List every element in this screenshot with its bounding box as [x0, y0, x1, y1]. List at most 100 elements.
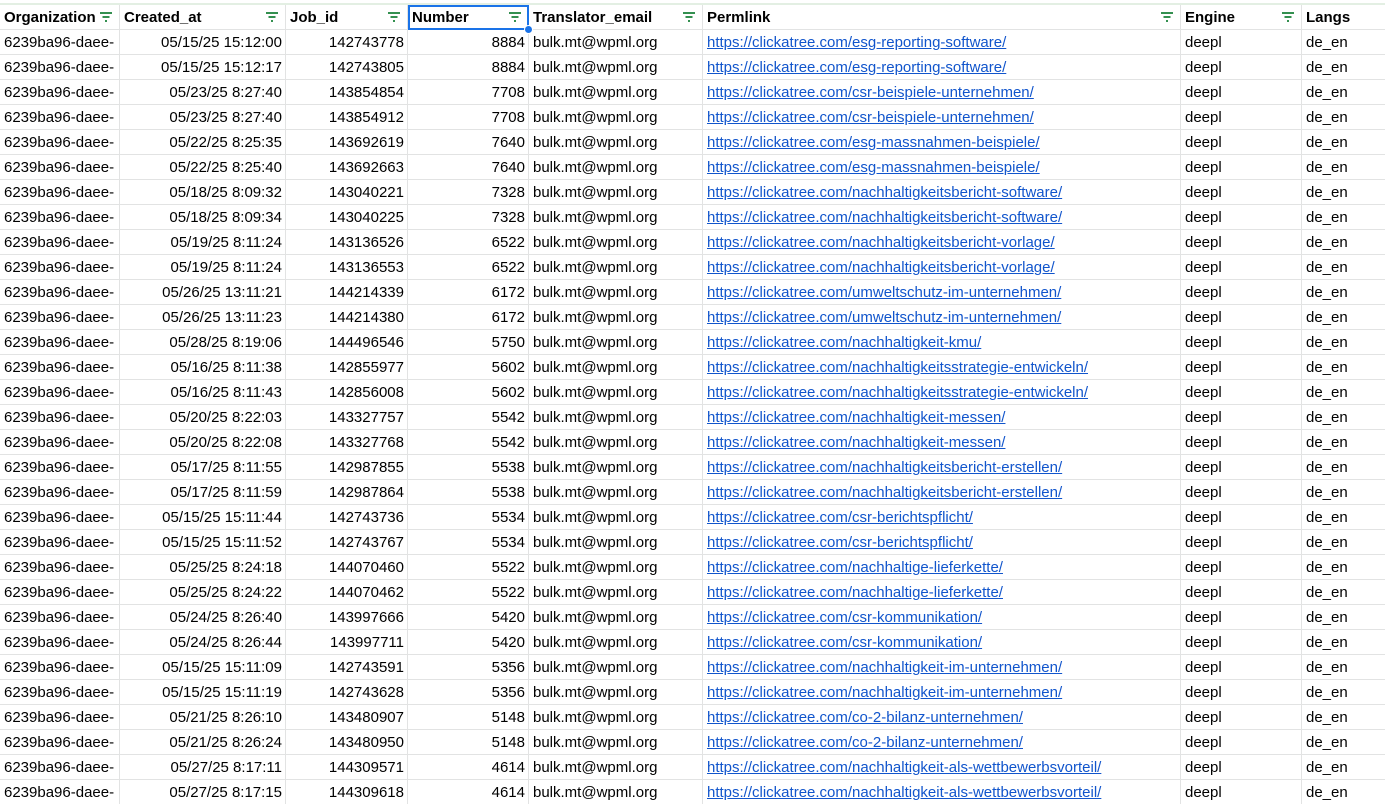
cell-job-id[interactable]: 143692663 — [286, 155, 408, 180]
permlink-link[interactable]: https://clickatree.com/nachhaltigkeit-km… — [707, 334, 981, 351]
cell-translator-email[interactable]: bulk.mt@wpml.org — [529, 205, 703, 230]
cell-number[interactable]: 7708 — [408, 105, 529, 130]
cell-langs[interactable]: de_en — [1302, 355, 1385, 380]
cell-permlink[interactable]: https://clickatree.com/esg-massnahmen-be… — [703, 155, 1181, 180]
cell-translator-email[interactable]: bulk.mt@wpml.org — [529, 55, 703, 80]
cell-organization[interactable]: 6239ba96-daee- — [0, 780, 120, 804]
cell-engine[interactable]: deepl — [1181, 705, 1302, 730]
cell-engine[interactable]: deepl — [1181, 780, 1302, 804]
cell-langs[interactable]: de_en — [1302, 230, 1385, 255]
cell-created-at[interactable]: 05/21/25 8:26:10 — [120, 705, 286, 730]
cell-organization[interactable]: 6239ba96-daee- — [0, 280, 120, 305]
cell-langs[interactable]: de_en — [1302, 105, 1385, 130]
cell-created-at[interactable]: 05/26/25 13:11:21 — [120, 280, 286, 305]
cell-number[interactable]: 5420 — [408, 605, 529, 630]
cell-job-id[interactable]: 144496546 — [286, 330, 408, 355]
cell-created-at[interactable]: 05/15/25 15:11:19 — [120, 680, 286, 705]
cell-job-id[interactable]: 144309618 — [286, 780, 408, 804]
cell-job-id[interactable]: 144070462 — [286, 580, 408, 605]
cell-engine[interactable]: deepl — [1181, 555, 1302, 580]
cell-number[interactable]: 5602 — [408, 355, 529, 380]
cell-number[interactable]: 6522 — [408, 230, 529, 255]
cell-created-at[interactable]: 05/26/25 13:11:23 — [120, 305, 286, 330]
permlink-link[interactable]: https://clickatree.com/csr-berichtspflic… — [707, 534, 973, 551]
permlink-link[interactable]: https://clickatree.com/csr-beispiele-unt… — [707, 109, 1034, 126]
cell-permlink[interactable]: https://clickatree.com/esg-reporting-sof… — [703, 55, 1181, 80]
cell-translator-email[interactable]: bulk.mt@wpml.org — [529, 405, 703, 430]
cell-number[interactable]: 8884 — [408, 55, 529, 80]
cell-translator-email[interactable]: bulk.mt@wpml.org — [529, 680, 703, 705]
cell-engine[interactable]: deepl — [1181, 380, 1302, 405]
cell-engine[interactable]: deepl — [1181, 530, 1302, 555]
cell-job-id[interactable]: 143997666 — [286, 605, 408, 630]
cell-permlink[interactable]: https://clickatree.com/nachhaltigkeit-im… — [703, 655, 1181, 680]
cell-job-id[interactable]: 144070460 — [286, 555, 408, 580]
cell-organization[interactable]: 6239ba96-daee- — [0, 555, 120, 580]
cell-created-at[interactable]: 05/23/25 8:27:40 — [120, 80, 286, 105]
cell-permlink[interactable]: https://clickatree.com/nachhaltige-liefe… — [703, 555, 1181, 580]
cell-engine[interactable]: deepl — [1181, 105, 1302, 130]
permlink-link[interactable]: https://clickatree.com/nachhaltige-liefe… — [707, 559, 1003, 576]
cell-organization[interactable]: 6239ba96-daee- — [0, 530, 120, 555]
permlink-link[interactable]: https://clickatree.com/esg-massnahmen-be… — [707, 134, 1040, 151]
cell-job-id[interactable]: 143136526 — [286, 230, 408, 255]
cell-langs[interactable]: de_en — [1302, 380, 1385, 405]
permlink-link[interactable]: https://clickatree.com/nachhaltigkeitsbe… — [707, 209, 1062, 226]
filter-icon[interactable] — [1281, 11, 1295, 23]
cell-job-id[interactable]: 142743767 — [286, 530, 408, 555]
cell-engine[interactable]: deepl — [1181, 155, 1302, 180]
cell-number[interactable]: 5602 — [408, 380, 529, 405]
cell-permlink[interactable]: https://clickatree.com/nachhaltigkeit-al… — [703, 755, 1181, 780]
cell-langs[interactable]: de_en — [1302, 305, 1385, 330]
cell-organization[interactable]: 6239ba96-daee- — [0, 130, 120, 155]
permlink-link[interactable]: https://clickatree.com/esg-reporting-sof… — [707, 59, 1006, 76]
cell-permlink[interactable]: https://clickatree.com/csr-beispiele-unt… — [703, 105, 1181, 130]
cell-translator-email[interactable]: bulk.mt@wpml.org — [529, 330, 703, 355]
cell-organization[interactable]: 6239ba96-daee- — [0, 405, 120, 430]
cell-engine[interactable]: deepl — [1181, 305, 1302, 330]
cell-permlink[interactable]: https://clickatree.com/co-2-bilanz-unter… — [703, 730, 1181, 755]
cell-engine[interactable]: deepl — [1181, 505, 1302, 530]
cell-langs[interactable]: de_en — [1302, 80, 1385, 105]
cell-translator-email[interactable]: bulk.mt@wpml.org — [529, 605, 703, 630]
cell-created-at[interactable]: 05/15/25 15:11:52 — [120, 530, 286, 555]
cell-number[interactable]: 5534 — [408, 505, 529, 530]
cell-engine[interactable]: deepl — [1181, 30, 1302, 55]
cell-translator-email[interactable]: bulk.mt@wpml.org — [529, 505, 703, 530]
filter-icon[interactable] — [1160, 11, 1174, 23]
cell-langs[interactable]: de_en — [1302, 155, 1385, 180]
cell-created-at[interactable]: 05/19/25 8:11:24 — [120, 230, 286, 255]
cell-number[interactable]: 7640 — [408, 130, 529, 155]
cell-created-at[interactable]: 05/27/25 8:17:15 — [120, 780, 286, 804]
cell-permlink[interactable]: https://clickatree.com/csr-kommunikation… — [703, 630, 1181, 655]
cell-number[interactable]: 5148 — [408, 730, 529, 755]
cell-created-at[interactable]: 05/16/25 8:11:43 — [120, 380, 286, 405]
cell-number[interactable]: 6172 — [408, 305, 529, 330]
cell-job-id[interactable]: 142856008 — [286, 380, 408, 405]
permlink-link[interactable]: https://clickatree.com/nachhaltigkeit-im… — [707, 659, 1062, 676]
cell-engine[interactable]: deepl — [1181, 455, 1302, 480]
cell-created-at[interactable]: 05/25/25 8:24:18 — [120, 555, 286, 580]
cell-langs[interactable]: de_en — [1302, 330, 1385, 355]
cell-organization[interactable]: 6239ba96-daee- — [0, 480, 120, 505]
cell-organization[interactable]: 6239ba96-daee- — [0, 105, 120, 130]
cell-langs[interactable]: de_en — [1302, 555, 1385, 580]
cell-permlink[interactable]: https://clickatree.com/nachhaltigkeit-im… — [703, 680, 1181, 705]
cell-permlink[interactable]: https://clickatree.com/csr-berichtspflic… — [703, 505, 1181, 530]
cell-translator-email[interactable]: bulk.mt@wpml.org — [529, 255, 703, 280]
header-cell-engine[interactable]: Engine — [1181, 5, 1302, 30]
header-cell-translator-email[interactable]: Translator_email — [529, 5, 703, 30]
cell-langs[interactable]: de_en — [1302, 755, 1385, 780]
cell-permlink[interactable]: https://clickatree.com/nachhaltigkeit-me… — [703, 405, 1181, 430]
permlink-link[interactable]: https://clickatree.com/nachhaltigkeitsst… — [707, 359, 1088, 376]
cell-number[interactable]: 5538 — [408, 455, 529, 480]
cell-translator-email[interactable]: bulk.mt@wpml.org — [529, 655, 703, 680]
permlink-link[interactable]: https://clickatree.com/nachhaltigkeitsbe… — [707, 484, 1062, 501]
cell-permlink[interactable]: https://clickatree.com/co-2-bilanz-unter… — [703, 705, 1181, 730]
cell-langs[interactable]: de_en — [1302, 130, 1385, 155]
cell-translator-email[interactable]: bulk.mt@wpml.org — [529, 180, 703, 205]
cell-langs[interactable]: de_en — [1302, 705, 1385, 730]
cell-organization[interactable]: 6239ba96-daee- — [0, 330, 120, 355]
cell-organization[interactable]: 6239ba96-daee- — [0, 255, 120, 280]
cell-translator-email[interactable]: bulk.mt@wpml.org — [529, 280, 703, 305]
